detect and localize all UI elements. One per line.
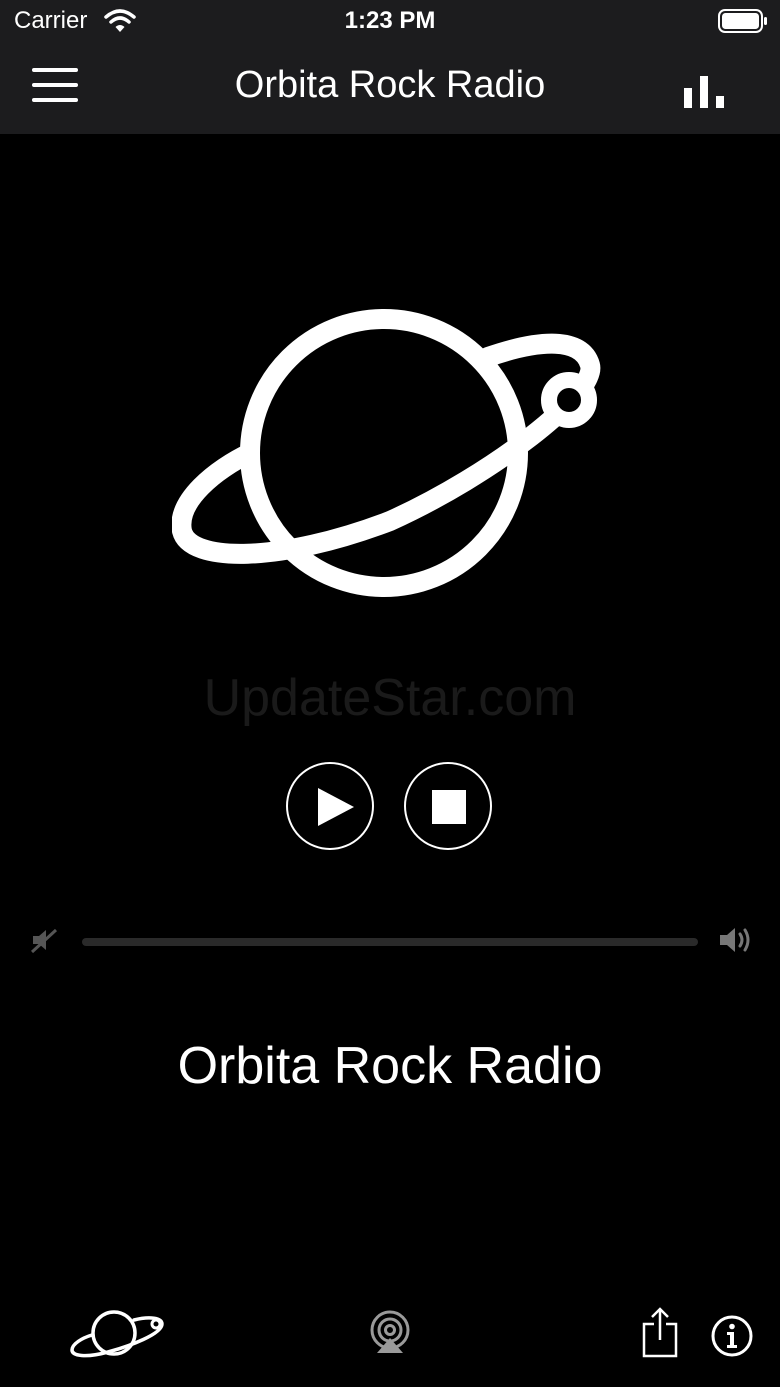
bar-chart-icon[interactable] [682, 76, 728, 108]
play-icon [318, 788, 354, 826]
airplay-icon[interactable] [368, 1310, 412, 1354]
battery-icon [718, 9, 767, 33]
stop-icon [432, 790, 466, 824]
play-button[interactable] [286, 762, 374, 850]
volume-slider[interactable] [82, 938, 698, 946]
nav-title: Orbita Rock Radio [234, 64, 546, 106]
status-time: 1:23 PM [344, 7, 436, 34]
planet-logo-icon [172, 309, 601, 597]
station-name: Orbita Rock Radio [177, 1037, 603, 1095]
volume-loud-icon [720, 928, 750, 952]
stop-button[interactable] [404, 762, 492, 850]
volume-mute-icon [30, 928, 58, 954]
watermark-text: UpdateStar.com [203, 669, 577, 727]
status-bar: Carrier 1:23 PM [0, 0, 780, 42]
share-icon[interactable] [640, 1306, 680, 1358]
info-icon[interactable] [710, 1314, 754, 1358]
navigation-bar: Orbita Rock Radio [0, 42, 780, 134]
planet-icon[interactable] [70, 1306, 166, 1362]
